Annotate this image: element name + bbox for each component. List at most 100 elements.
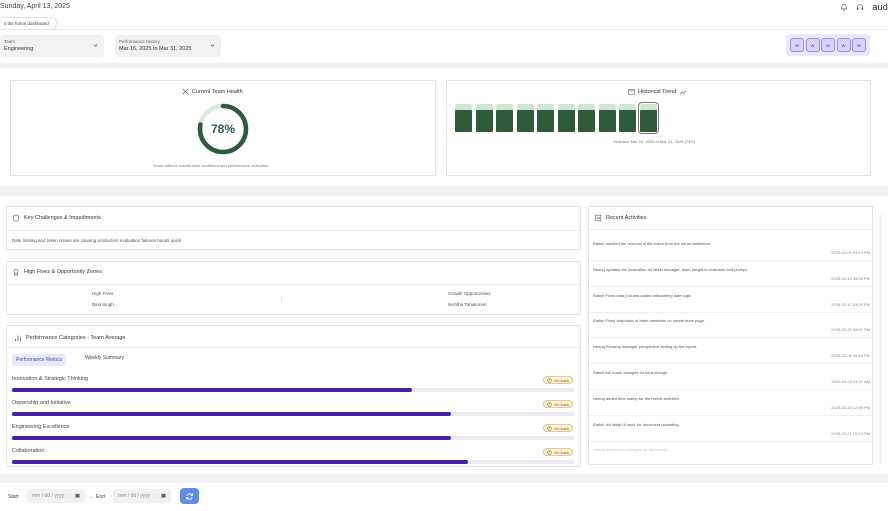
chevron-down-icon — [93, 44, 98, 47]
trend-bar[interactable] — [598, 104, 616, 132]
highfives-title: High Fives & Opportunity Zones — [12, 268, 102, 276]
challenges-title-text: Key Challenges & Impediments — [24, 215, 101, 221]
trend-bar[interactable] — [637, 102, 659, 134]
refresh-button[interactable] — [180, 488, 199, 504]
status-badge-text: On track — [554, 401, 570, 407]
trend-selected-note: Selected: Mar 16, 2025 to Mar 31, 2025 (… — [613, 139, 696, 144]
divider — [589, 229, 872, 230]
history-label: Performance History — [119, 39, 161, 44]
trend-bar-fill — [516, 110, 534, 132]
status-badge: On track — [543, 376, 574, 384]
activity-divider — [589, 285, 872, 287]
challenges-card — [6, 206, 581, 250]
divider — [7, 230, 580, 231]
trend-title-text: Historical Trend — [638, 88, 677, 95]
week-selector: W W W W W — [786, 34, 870, 56]
activity-text: Ratish did initial UI work for document … — [593, 421, 680, 427]
activities-title: Recent Activities — [594, 214, 646, 222]
week-button[interactable]: W — [805, 38, 820, 52]
week-button[interactable]: W — [852, 38, 866, 52]
metric-progress-fill — [12, 412, 452, 416]
activities-scrollbar[interactable] — [879, 214, 882, 464]
team-select[interactable]: Team Engineering — [0, 35, 104, 57]
activity-timestamp: 2025-03-21 10:10 PM — [831, 430, 870, 436]
history-select[interactable]: Performance History Mar 16, 2025 to Mar … — [115, 35, 221, 57]
activity-icon — [182, 88, 189, 95]
status-badge-text: On track — [554, 377, 570, 383]
activity-log-icon — [594, 214, 602, 222]
week-button[interactable]: W — [790, 38, 804, 52]
trend-bar[interactable] — [475, 104, 493, 132]
start-date-placeholder: mm / dd / yyyy — [32, 493, 65, 499]
end-date-input[interactable]: mm / dd / yyyy — [113, 489, 171, 503]
week-button[interactable]: W — [821, 38, 835, 52]
brand-logo[interactable]: aud — [872, 2, 888, 12]
tab-performance-metrics[interactable]: Performance Metrics — [12, 354, 67, 366]
trend-title: Historical Trend — [628, 88, 687, 95]
bar-chart-icon — [15, 335, 21, 342]
metric-progress-bar — [12, 460, 575, 464]
activity-timestamp: 2025-02-09 09:13 PM — [831, 250, 870, 255]
trend-bar-fill — [639, 109, 657, 132]
status-badge-text: On track — [554, 425, 570, 431]
clock-icon — [547, 449, 552, 455]
activity-timestamp: 2025-02-17 03:09 PM — [831, 301, 870, 307]
divider — [7, 347, 580, 348]
calendar-icon — [628, 89, 635, 95]
clock-icon — [547, 425, 552, 431]
trend-bar[interactable] — [557, 104, 575, 132]
refresh-icon — [186, 492, 193, 500]
activity-divider — [589, 337, 872, 339]
activities-title-text: Recent Activities — [606, 215, 647, 221]
column-divider — [281, 296, 282, 302]
metric-label: Ownership and Initiative — [12, 400, 71, 406]
status-badge: On track — [543, 448, 574, 456]
chevron-down-icon — [210, 44, 215, 47]
activity-timestamp: 2025-02-14 05:08 PM — [831, 275, 870, 281]
trend-bar[interactable] — [619, 104, 636, 132]
trend-bar-fill — [557, 110, 575, 132]
clock-icon — [547, 377, 552, 383]
trend-bar-fill — [455, 110, 472, 132]
high-fives-header: High Fives — [92, 291, 114, 296]
start-label: Start — [8, 494, 19, 500]
trend-bar-fill — [537, 110, 554, 132]
trend-bar[interactable] — [516, 104, 534, 132]
shield-icon — [12, 214, 20, 222]
trend-bar[interactable] — [455, 104, 472, 132]
activity-text: Neeraj added time stamp for the recent a… — [593, 395, 679, 401]
challenges-text: Rate limiting and token issues are causi… — [12, 238, 182, 243]
metric-label: Innovation & Strategic Thinking — [12, 376, 89, 382]
metric-progress-bar — [12, 388, 575, 392]
trend-bar[interactable] — [578, 104, 595, 132]
trend-bar[interactable] — [537, 104, 554, 132]
activity-text: Ratish Fixed data poll and added onboard… — [593, 292, 691, 298]
activity-timestamp: 2025-02-22 08:07 PM — [831, 327, 870, 333]
activity-divider — [589, 260, 872, 261]
calendar-icon — [161, 493, 166, 498]
metric-label: Collaboration — [12, 448, 45, 454]
trend-bar-fill — [496, 110, 513, 132]
activity-divider — [589, 414, 872, 416]
headphones-icon[interactable] — [856, 3, 864, 11]
trend-bar[interactable] — [496, 104, 513, 132]
activity-divider — [589, 440, 872, 442]
activity-timestamp: 2025-03-09 01:07 AM — [831, 379, 870, 384]
history-value: Mar 16, 2025 to Mar 31, 2025 — [119, 46, 192, 52]
start-date-input[interactable]: mm / dd / yyyy — [27, 489, 85, 503]
status-badge: On track — [543, 400, 574, 408]
tab-weekly-summary[interactable]: Weekly Summary — [85, 355, 124, 361]
divider — [7, 284, 580, 285]
week-button[interactable]: W — [836, 38, 851, 52]
trend-bar-fill — [475, 110, 493, 132]
trending-up-icon — [679, 89, 687, 94]
activity-divider — [589, 311, 872, 313]
activity-timestamp: 2025-03-05 06:28 PM — [831, 353, 870, 359]
status-badge-text: On track — [554, 449, 570, 455]
top-bar: Sunday, April 13, 2025 s the home dashbo… — [0, 0, 888, 30]
metric-progress-bar — [12, 412, 575, 416]
bell-icon[interactable] — [840, 3, 848, 11]
trend-bar-fill — [598, 110, 616, 132]
activity-timestamp: 2025-03-18 12:39 PM — [831, 404, 870, 410]
metric-progress-fill — [12, 436, 452, 440]
